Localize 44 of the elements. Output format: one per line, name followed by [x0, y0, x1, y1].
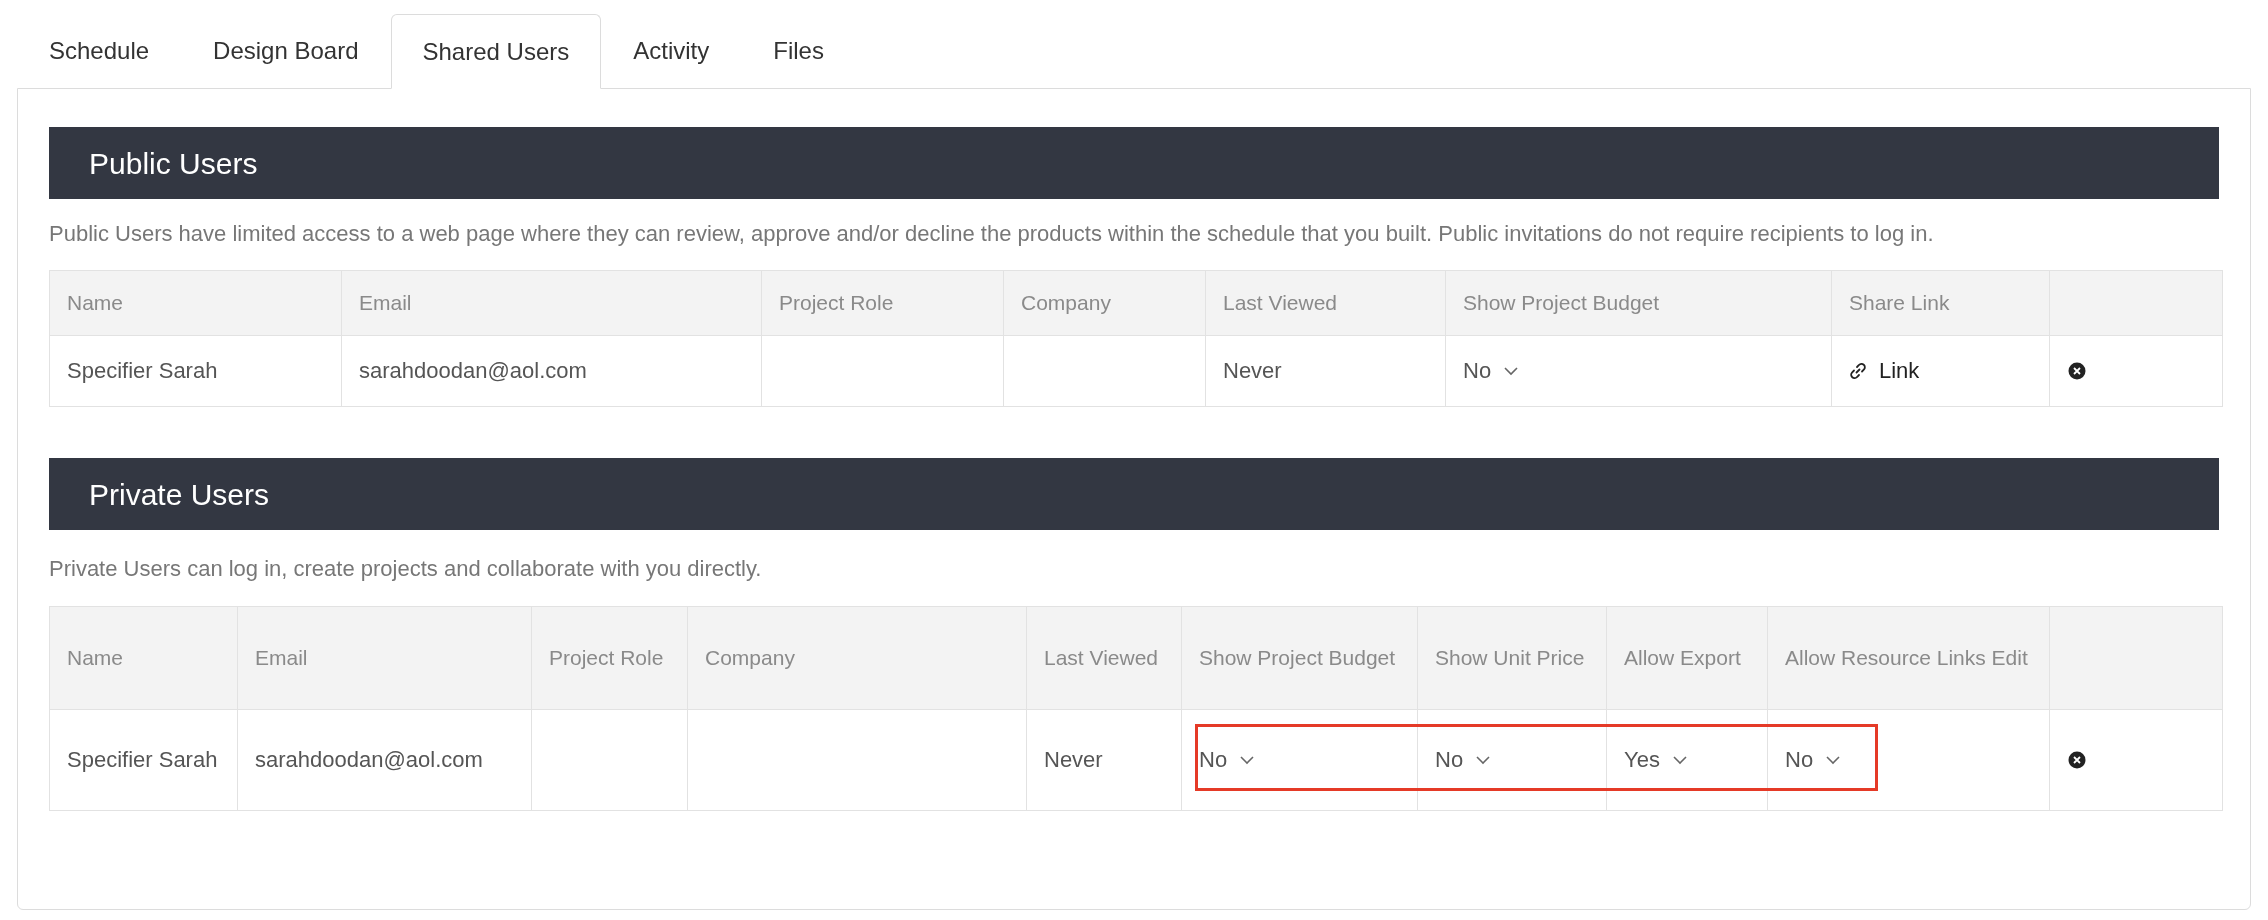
tab[interactable]: Activity — [601, 13, 742, 88]
caret-icon — [1825, 755, 1842, 765]
tab[interactable]: Schedule — [17, 13, 182, 88]
table-cell-text: Never — [1223, 358, 1282, 383]
table-cell-text: sarahdoodan@aol.com — [255, 747, 483, 772]
table-cell-text: Never — [1044, 747, 1103, 772]
column-header: Allow Resource Links Edit — [1785, 646, 2028, 669]
column-header: Name — [67, 646, 124, 669]
dropdown-select[interactable]: Yes — [1624, 743, 1688, 777]
column-header: Email — [255, 646, 308, 669]
caret-icon — [1671, 755, 1688, 765]
tab[interactable]: Design Board — [181, 13, 391, 88]
remove-button[interactable] — [2067, 361, 2087, 381]
caret-icon — [1503, 366, 1520, 376]
dropdown-select[interactable]: No — [1199, 743, 1256, 777]
column-header: Share Link — [1849, 291, 1950, 314]
column-header: Last Viewed — [1223, 291, 1338, 314]
column-header: Show Unit Price — [1435, 646, 1585, 669]
table-cell-text: sarahdoodan@aol.com — [359, 358, 587, 383]
table-cell-text: Specifier Sarah — [67, 747, 218, 772]
section-description: Public Users have limited access to a web page where they can review, approve and/or decline the products within the schedule that you built. Public invitations do not require recipients to log in. — [49, 220, 1935, 248]
remove-button[interactable] — [2067, 750, 2087, 770]
section-description: Private Users can log in, create projects and collaborate with you directly. — [49, 555, 763, 583]
dropdown-select[interactable]: No — [1463, 354, 1520, 388]
table-cell-text: Specifier Sarah — [67, 358, 218, 383]
column-header: Company — [705, 646, 795, 669]
link-icon — [1849, 362, 1867, 380]
section-header: Private Users — [49, 458, 2219, 530]
column-header: Email — [359, 291, 412, 314]
tab[interactable]: Files — [741, 13, 856, 88]
dropdown-select[interactable]: No — [1785, 743, 1842, 777]
section-header: Public Users — [49, 127, 2219, 199]
column-header: Last Viewed — [1044, 646, 1159, 669]
column-header: Project Role — [549, 646, 664, 669]
dropdown-select[interactable]: No — [1435, 743, 1492, 777]
column-header: Show Project Budget — [1463, 291, 1660, 314]
column-header: Name — [67, 291, 124, 314]
column-header: Show Project Budget — [1199, 646, 1396, 669]
caret-icon — [1239, 755, 1256, 765]
column-header: Company — [1021, 291, 1111, 314]
column-header: Project Role — [779, 291, 894, 314]
column-header: Allow Export — [1624, 646, 1741, 669]
tab[interactable]: Shared Users — [390, 14, 602, 89]
caret-icon — [1475, 755, 1492, 765]
